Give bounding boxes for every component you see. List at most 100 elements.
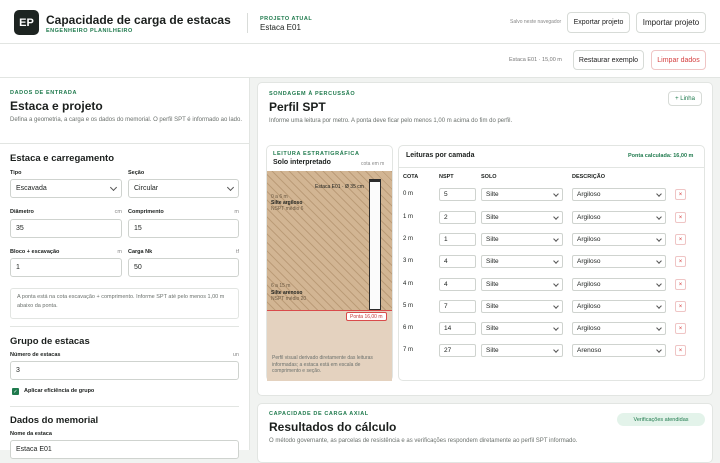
chevron-down-icon xyxy=(656,325,662,331)
row-cota: 0 m xyxy=(403,191,414,197)
group-efficiency-checkbox[interactable]: ✓ xyxy=(12,388,19,395)
tipo-select[interactable]: Escavada xyxy=(10,179,122,198)
results-eyebrow: CAPACIDADE DE CARGA AXIAL xyxy=(269,411,369,417)
tip-line xyxy=(267,310,392,311)
remove-row-button[interactable]: × xyxy=(675,345,686,356)
descricao-select[interactable]: Argiloso xyxy=(572,233,666,246)
tipo-label: Tipo xyxy=(10,170,22,176)
descricao-value: Argiloso xyxy=(577,325,601,332)
nspt-input[interactable]: 7 xyxy=(439,300,476,313)
nspt-input[interactable]: 4 xyxy=(439,255,476,268)
remove-row-button[interactable]: × xyxy=(675,301,686,312)
chevron-down-icon xyxy=(553,191,559,197)
nspt-value: 2 xyxy=(444,214,448,221)
pile-graphic xyxy=(369,179,381,310)
close-icon: × xyxy=(678,281,683,288)
layer2-nspt: NSPT médio 20 xyxy=(271,296,307,302)
num-estacas-input[interactable]: 3 xyxy=(10,361,239,380)
remove-row-button[interactable]: × xyxy=(675,279,686,290)
spt-eyebrow: SONDAGEM À PERCUSSÃO xyxy=(269,91,356,97)
solo-select[interactable]: Silte xyxy=(481,278,563,291)
descricao-select[interactable]: Argiloso xyxy=(572,300,666,313)
close-icon: × xyxy=(678,303,683,310)
nspt-input[interactable]: 27 xyxy=(439,344,476,357)
remove-row-button[interactable]: × xyxy=(675,212,686,223)
import-project-button[interactable]: Importar projeto xyxy=(636,12,706,33)
spt-description: Informe uma leitura por metro. A ponta d… xyxy=(269,118,513,124)
nspt-value: 1 xyxy=(444,236,448,243)
descricao-select[interactable]: Arenoso xyxy=(572,344,666,357)
tipo-value: Escavada xyxy=(16,185,47,192)
chevron-down-icon xyxy=(656,281,662,287)
spt-title: Perfil SPT xyxy=(269,100,326,114)
nspt-value: 5 xyxy=(444,191,448,198)
carga-input[interactable]: 50 xyxy=(128,258,239,277)
descricao-select[interactable]: Argiloso xyxy=(572,211,666,224)
input-eyebrow: DADOS DE ENTRADA xyxy=(10,90,78,96)
col-nspt: NSPT xyxy=(439,174,454,180)
solo-select[interactable]: Silte xyxy=(481,233,563,246)
solo-select[interactable]: Silte xyxy=(481,300,563,313)
project-label: PROJETO ATUAL xyxy=(260,16,313,22)
remove-row-button[interactable]: × xyxy=(675,256,686,267)
bloco-value: 1 xyxy=(16,264,20,271)
solo-value: Silte xyxy=(486,214,499,221)
nspt-value: 14 xyxy=(444,325,452,332)
secao-label: Seção xyxy=(128,170,145,176)
diametro-label: Diâmetro xyxy=(10,209,34,215)
divider xyxy=(0,143,250,144)
remove-row-button[interactable]: × xyxy=(675,234,686,245)
nspt-value: 27 xyxy=(444,347,452,354)
comprimento-value: 15 xyxy=(134,225,142,232)
nspt-input[interactable]: 4 xyxy=(439,278,476,291)
comprimento-input[interactable]: 15 xyxy=(128,219,239,238)
nspt-input[interactable]: 14 xyxy=(439,322,476,335)
solo-select[interactable]: Silte xyxy=(481,344,563,357)
pile-label: Estaca E01 · Ø 35 cm xyxy=(315,184,364,190)
section-memo-title: Dados do memorial xyxy=(10,415,99,426)
descricao-value: Argiloso xyxy=(577,236,601,243)
app-logo: EP xyxy=(14,10,39,35)
tip-calculated: Ponta calculada: 16,00 m xyxy=(628,153,694,159)
strat-note: Perfil visual derivado diretamente das l… xyxy=(272,355,373,374)
row-cota: 1 m xyxy=(403,214,414,220)
solo-select[interactable]: Silte xyxy=(481,255,563,268)
row-cota: 4 m xyxy=(403,281,414,287)
chevron-down-icon xyxy=(656,236,662,242)
solo-value: Silte xyxy=(486,258,499,265)
strat-unit: cota em m xyxy=(361,161,385,167)
add-row-button[interactable]: + Linha xyxy=(668,91,702,106)
bloco-unit: m xyxy=(117,249,122,255)
app-title: Capacidade de carga de estacas xyxy=(46,13,231,27)
descricao-select[interactable]: Argiloso xyxy=(572,255,666,268)
solo-value: Silte xyxy=(486,303,499,310)
remove-row-button[interactable]: × xyxy=(675,189,686,200)
diametro-unit: cm xyxy=(114,209,122,215)
remove-row-button[interactable]: × xyxy=(675,323,686,334)
secao-select[interactable]: Circular xyxy=(128,179,239,198)
nspt-input[interactable]: 5 xyxy=(439,188,476,201)
descricao-value: Argiloso xyxy=(577,191,601,198)
descricao-select[interactable]: Argiloso xyxy=(572,322,666,335)
descricao-select[interactable]: Argiloso xyxy=(572,188,666,201)
close-icon: × xyxy=(678,191,683,198)
solo-select[interactable]: Silte xyxy=(481,322,563,335)
nspt-input[interactable]: 2 xyxy=(439,211,476,224)
restore-example-button[interactable]: Restaurar exemplo xyxy=(573,50,644,70)
descricao-select[interactable]: Argiloso xyxy=(572,278,666,291)
nspt-input[interactable]: 1 xyxy=(439,233,476,246)
solo-select[interactable]: Silte xyxy=(481,188,563,201)
num-estacas-value: 3 xyxy=(16,367,20,374)
col-cota: COTA xyxy=(403,174,419,180)
solo-select[interactable]: Silte xyxy=(481,211,563,224)
diametro-input[interactable]: 35 xyxy=(10,219,122,238)
chevron-down-icon xyxy=(553,236,559,242)
clear-data-button[interactable]: Limpar dados xyxy=(651,50,706,70)
bloco-input[interactable]: 1 xyxy=(10,258,122,277)
export-project-button[interactable]: Exportar projeto xyxy=(567,12,630,33)
solo-value: Silte xyxy=(486,347,499,354)
results-title: Resultados do cálculo xyxy=(269,420,397,434)
solo-value: Silte xyxy=(486,281,499,288)
close-icon: × xyxy=(678,258,683,265)
row-cota: 3 m xyxy=(403,258,414,264)
